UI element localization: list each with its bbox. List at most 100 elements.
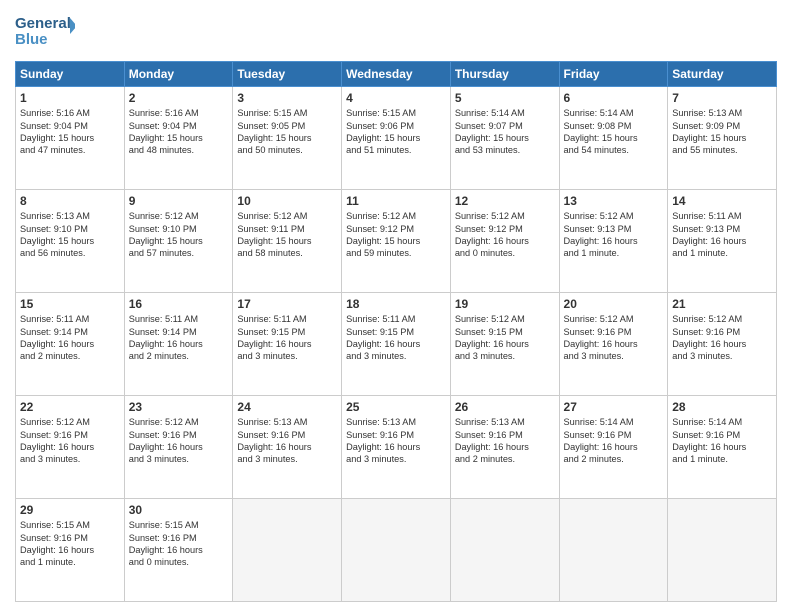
day-info: Sunrise: 5:12 AMSunset: 9:10 PMDaylight:… bbox=[129, 210, 229, 260]
day-number: 11 bbox=[346, 193, 446, 209]
calendar-table: SundayMondayTuesdayWednesdayThursdayFrid… bbox=[15, 61, 777, 602]
calendar-day-cell: 9Sunrise: 5:12 AMSunset: 9:10 PMDaylight… bbox=[124, 190, 233, 293]
day-number: 19 bbox=[455, 296, 555, 312]
calendar-week-row: 29Sunrise: 5:15 AMSunset: 9:16 PMDayligh… bbox=[16, 499, 777, 602]
day-number: 30 bbox=[129, 502, 229, 518]
day-number: 3 bbox=[237, 90, 337, 106]
day-number: 28 bbox=[672, 399, 772, 415]
day-info: Sunrise: 5:11 AMSunset: 9:14 PMDaylight:… bbox=[129, 313, 229, 363]
calendar-day-cell bbox=[233, 499, 342, 602]
calendar-col-header: Friday bbox=[559, 62, 668, 87]
day-number: 15 bbox=[20, 296, 120, 312]
day-info: Sunrise: 5:12 AMSunset: 9:16 PMDaylight:… bbox=[672, 313, 772, 363]
day-info: Sunrise: 5:11 AMSunset: 9:14 PMDaylight:… bbox=[20, 313, 120, 363]
calendar-day-cell: 14Sunrise: 5:11 AMSunset: 9:13 PMDayligh… bbox=[668, 190, 777, 293]
calendar-week-row: 22Sunrise: 5:12 AMSunset: 9:16 PMDayligh… bbox=[16, 396, 777, 499]
calendar-day-cell: 3Sunrise: 5:15 AMSunset: 9:05 PMDaylight… bbox=[233, 87, 342, 190]
day-number: 22 bbox=[20, 399, 120, 415]
calendar-day-cell: 30Sunrise: 5:15 AMSunset: 9:16 PMDayligh… bbox=[124, 499, 233, 602]
calendar-week-row: 8Sunrise: 5:13 AMSunset: 9:10 PMDaylight… bbox=[16, 190, 777, 293]
calendar-day-cell: 28Sunrise: 5:14 AMSunset: 9:16 PMDayligh… bbox=[668, 396, 777, 499]
calendar-day-cell bbox=[559, 499, 668, 602]
calendar-day-cell: 10Sunrise: 5:12 AMSunset: 9:11 PMDayligh… bbox=[233, 190, 342, 293]
day-number: 13 bbox=[564, 193, 664, 209]
day-info: Sunrise: 5:12 AMSunset: 9:16 PMDaylight:… bbox=[564, 313, 664, 363]
day-number: 20 bbox=[564, 296, 664, 312]
day-info: Sunrise: 5:15 AMSunset: 9:16 PMDaylight:… bbox=[20, 519, 120, 569]
day-info: Sunrise: 5:14 AMSunset: 9:08 PMDaylight:… bbox=[564, 107, 664, 157]
calendar-day-cell: 20Sunrise: 5:12 AMSunset: 9:16 PMDayligh… bbox=[559, 293, 668, 396]
day-number: 7 bbox=[672, 90, 772, 106]
calendar-day-cell: 17Sunrise: 5:11 AMSunset: 9:15 PMDayligh… bbox=[233, 293, 342, 396]
day-info: Sunrise: 5:12 AMSunset: 9:16 PMDaylight:… bbox=[20, 416, 120, 466]
day-number: 29 bbox=[20, 502, 120, 518]
day-info: Sunrise: 5:14 AMSunset: 9:16 PMDaylight:… bbox=[564, 416, 664, 466]
calendar-day-cell: 24Sunrise: 5:13 AMSunset: 9:16 PMDayligh… bbox=[233, 396, 342, 499]
calendar-day-cell bbox=[342, 499, 451, 602]
day-info: Sunrise: 5:13 AMSunset: 9:10 PMDaylight:… bbox=[20, 210, 120, 260]
calendar-day-cell: 7Sunrise: 5:13 AMSunset: 9:09 PMDaylight… bbox=[668, 87, 777, 190]
day-info: Sunrise: 5:16 AMSunset: 9:04 PMDaylight:… bbox=[129, 107, 229, 157]
calendar-day-cell: 1Sunrise: 5:16 AMSunset: 9:04 PMDaylight… bbox=[16, 87, 125, 190]
day-info: Sunrise: 5:13 AMSunset: 9:16 PMDaylight:… bbox=[237, 416, 337, 466]
day-info: Sunrise: 5:12 AMSunset: 9:12 PMDaylight:… bbox=[346, 210, 446, 260]
calendar-day-cell: 5Sunrise: 5:14 AMSunset: 9:07 PMDaylight… bbox=[450, 87, 559, 190]
calendar-day-cell: 16Sunrise: 5:11 AMSunset: 9:14 PMDayligh… bbox=[124, 293, 233, 396]
day-info: Sunrise: 5:13 AMSunset: 9:16 PMDaylight:… bbox=[455, 416, 555, 466]
day-info: Sunrise: 5:12 AMSunset: 9:13 PMDaylight:… bbox=[564, 210, 664, 260]
calendar-day-cell: 26Sunrise: 5:13 AMSunset: 9:16 PMDayligh… bbox=[450, 396, 559, 499]
calendar-day-cell: 25Sunrise: 5:13 AMSunset: 9:16 PMDayligh… bbox=[342, 396, 451, 499]
calendar-day-cell: 22Sunrise: 5:12 AMSunset: 9:16 PMDayligh… bbox=[16, 396, 125, 499]
day-number: 21 bbox=[672, 296, 772, 312]
day-number: 24 bbox=[237, 399, 337, 415]
calendar-day-cell: 13Sunrise: 5:12 AMSunset: 9:13 PMDayligh… bbox=[559, 190, 668, 293]
calendar-header-row: SundayMondayTuesdayWednesdayThursdayFrid… bbox=[16, 62, 777, 87]
calendar-day-cell: 4Sunrise: 5:15 AMSunset: 9:06 PMDaylight… bbox=[342, 87, 451, 190]
day-number: 5 bbox=[455, 90, 555, 106]
day-info: Sunrise: 5:16 AMSunset: 9:04 PMDaylight:… bbox=[20, 107, 120, 157]
day-number: 25 bbox=[346, 399, 446, 415]
day-info: Sunrise: 5:14 AMSunset: 9:16 PMDaylight:… bbox=[672, 416, 772, 466]
calendar-day-cell bbox=[668, 499, 777, 602]
day-info: Sunrise: 5:12 AMSunset: 9:12 PMDaylight:… bbox=[455, 210, 555, 260]
day-number: 10 bbox=[237, 193, 337, 209]
calendar-week-row: 15Sunrise: 5:11 AMSunset: 9:14 PMDayligh… bbox=[16, 293, 777, 396]
calendar-day-cell: 21Sunrise: 5:12 AMSunset: 9:16 PMDayligh… bbox=[668, 293, 777, 396]
day-info: Sunrise: 5:13 AMSunset: 9:16 PMDaylight:… bbox=[346, 416, 446, 466]
calendar-day-cell: 29Sunrise: 5:15 AMSunset: 9:16 PMDayligh… bbox=[16, 499, 125, 602]
day-number: 27 bbox=[564, 399, 664, 415]
logo-svg: General Blue bbox=[15, 10, 75, 55]
day-number: 9 bbox=[129, 193, 229, 209]
calendar-day-cell: 19Sunrise: 5:12 AMSunset: 9:15 PMDayligh… bbox=[450, 293, 559, 396]
day-number: 6 bbox=[564, 90, 664, 106]
calendar-day-cell: 6Sunrise: 5:14 AMSunset: 9:08 PMDaylight… bbox=[559, 87, 668, 190]
calendar-day-cell: 12Sunrise: 5:12 AMSunset: 9:12 PMDayligh… bbox=[450, 190, 559, 293]
day-number: 2 bbox=[129, 90, 229, 106]
calendar-day-cell: 27Sunrise: 5:14 AMSunset: 9:16 PMDayligh… bbox=[559, 396, 668, 499]
calendar-day-cell: 8Sunrise: 5:13 AMSunset: 9:10 PMDaylight… bbox=[16, 190, 125, 293]
day-info: Sunrise: 5:14 AMSunset: 9:07 PMDaylight:… bbox=[455, 107, 555, 157]
day-info: Sunrise: 5:15 AMSunset: 9:05 PMDaylight:… bbox=[237, 107, 337, 157]
calendar-day-cell: 15Sunrise: 5:11 AMSunset: 9:14 PMDayligh… bbox=[16, 293, 125, 396]
page: General Blue SundayMondayTuesdayWednesda… bbox=[0, 0, 792, 612]
calendar-day-cell: 23Sunrise: 5:12 AMSunset: 9:16 PMDayligh… bbox=[124, 396, 233, 499]
calendar-day-cell: 11Sunrise: 5:12 AMSunset: 9:12 PMDayligh… bbox=[342, 190, 451, 293]
day-number: 14 bbox=[672, 193, 772, 209]
day-number: 12 bbox=[455, 193, 555, 209]
calendar-col-header: Sunday bbox=[16, 62, 125, 87]
day-number: 4 bbox=[346, 90, 446, 106]
calendar-day-cell: 2Sunrise: 5:16 AMSunset: 9:04 PMDaylight… bbox=[124, 87, 233, 190]
day-number: 26 bbox=[455, 399, 555, 415]
svg-text:General: General bbox=[15, 15, 71, 32]
calendar-day-cell bbox=[450, 499, 559, 602]
day-number: 23 bbox=[129, 399, 229, 415]
calendar-col-header: Monday bbox=[124, 62, 233, 87]
day-number: 8 bbox=[20, 193, 120, 209]
day-number: 18 bbox=[346, 296, 446, 312]
day-info: Sunrise: 5:11 AMSunset: 9:15 PMDaylight:… bbox=[237, 313, 337, 363]
day-info: Sunrise: 5:12 AMSunset: 9:11 PMDaylight:… bbox=[237, 210, 337, 260]
day-info: Sunrise: 5:11 AMSunset: 9:13 PMDaylight:… bbox=[672, 210, 772, 260]
day-info: Sunrise: 5:15 AMSunset: 9:16 PMDaylight:… bbox=[129, 519, 229, 569]
svg-text:Blue: Blue bbox=[15, 31, 48, 48]
logo: General Blue bbox=[15, 10, 75, 55]
